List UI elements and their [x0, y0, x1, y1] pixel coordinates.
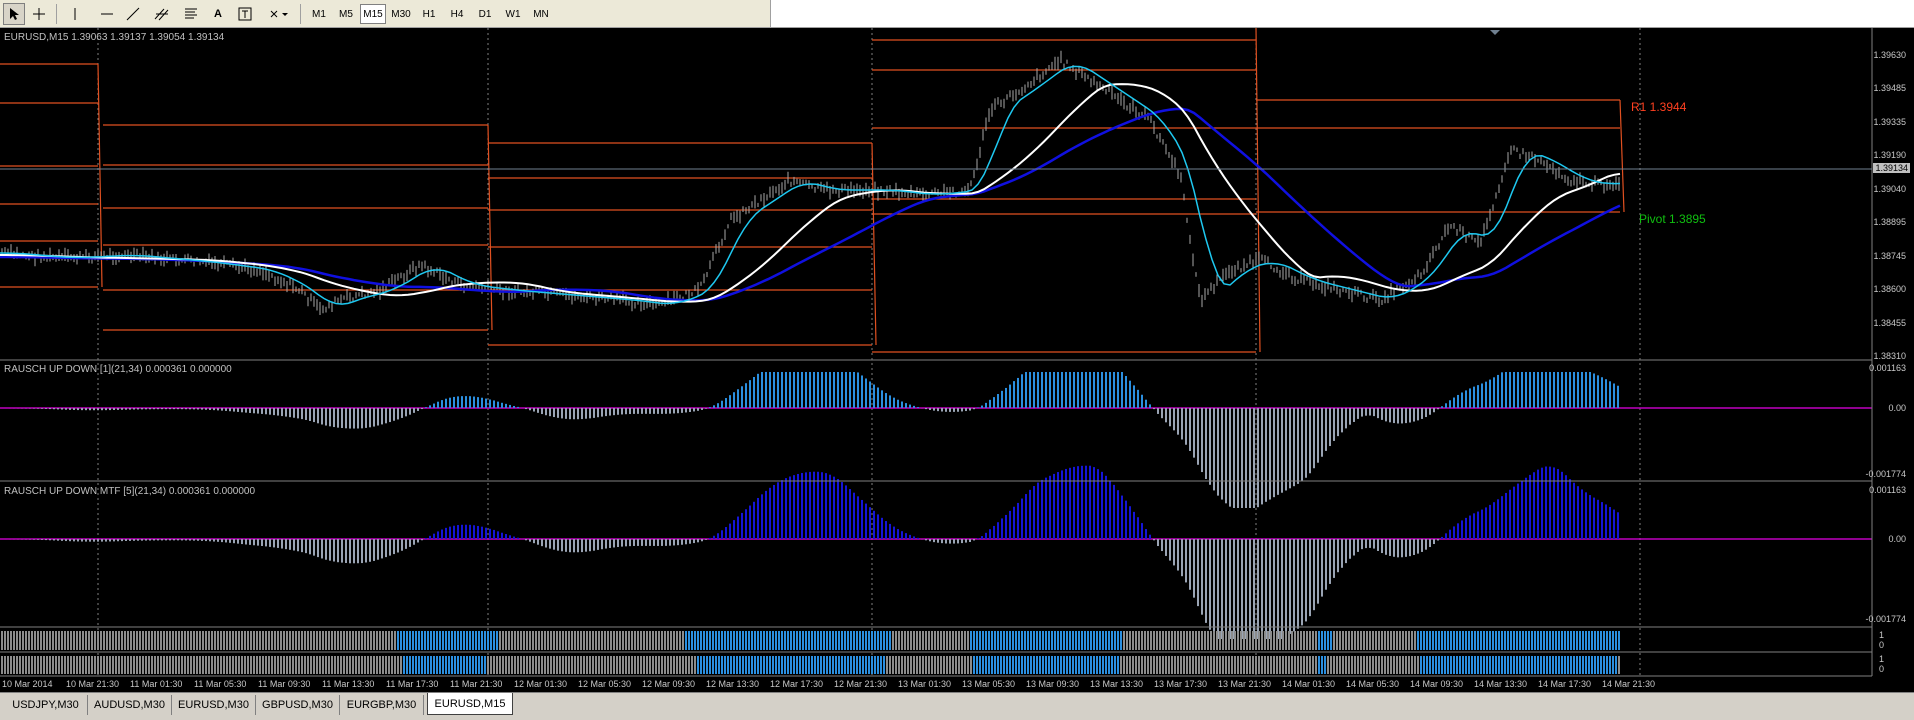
- symbol-info: EURUSD,M15 1.39063 1.39137 1.39054 1.391…: [4, 32, 225, 43]
- time-label: 14 Mar 09:30: [1410, 679, 1464, 689]
- indicator2-label: RAUSCH UP DOWN MTF [5](21,34) 0.000361 0…: [4, 486, 256, 497]
- price-label: 1.39190: [1873, 150, 1906, 160]
- time-label: 14 Mar 01:30: [1282, 679, 1336, 689]
- tab-audusd-m30[interactable]: AUDUSD,M30: [88, 695, 172, 715]
- chart-tabs: USDJPY,M30 AUDUSD,M30 EURUSD,M30 GBPUSD,…: [0, 692, 1914, 720]
- indicator1-level: 0.001163: [1869, 363, 1906, 373]
- tab-eurusd-m15[interactable]: EURUSD,M15: [427, 693, 513, 715]
- indicator1-level: 0.00: [1888, 403, 1906, 413]
- current-price-marker: 1.39134: [1873, 163, 1910, 173]
- time-label: 12 Mar 01:30: [514, 679, 568, 689]
- time-label: 13 Mar 21:30: [1218, 679, 1272, 689]
- time-label: 14 Mar 17:30: [1538, 679, 1592, 689]
- time-label: 12 Mar 05:30: [578, 679, 632, 689]
- time-label: 11 Mar 21:30: [450, 679, 503, 689]
- time-label: 12 Mar 09:30: [642, 679, 696, 689]
- time-label: 13 Mar 09:30: [1026, 679, 1080, 689]
- price-label: 1.39630: [1873, 50, 1906, 60]
- time-label: 10 Mar 21:30: [66, 679, 120, 689]
- price-label: 1.39040: [1873, 184, 1906, 194]
- tab-eurgbp-m30[interactable]: EURGBP,M30: [340, 695, 424, 715]
- indicator2-level: 0.00: [1888, 534, 1906, 544]
- time-label: 12 Mar 21:30: [834, 679, 888, 689]
- strip2-level: 0: [1878, 664, 1884, 674]
- strip2-level: 1: [1878, 654, 1884, 664]
- price-label: 1.38745: [1873, 251, 1906, 261]
- time-label: 14 Mar 21:30: [1602, 679, 1656, 689]
- price-label: 1.38310: [1873, 351, 1906, 361]
- time-label: 11 Mar 01:30: [130, 679, 183, 689]
- time-label: 11 Mar 17:30: [386, 679, 439, 689]
- tab-usdjpy-m30[interactable]: USDJPY,M30: [4, 695, 88, 715]
- time-label: 10 Mar 2014: [2, 679, 53, 689]
- tab-gbpusd-m30[interactable]: GBPUSD,M30: [256, 695, 340, 715]
- chart-window[interactable]: [0, 0, 1914, 692]
- indicator1-label: RAUSCH UP DOWN [1](21,34) 0.000361 0.000…: [4, 364, 232, 375]
- time-label: 12 Mar 17:30: [770, 679, 824, 689]
- time-label: 11 Mar 13:30: [322, 679, 375, 689]
- time-label: 14 Mar 05:30: [1346, 679, 1400, 689]
- time-label: 12 Mar 13:30: [706, 679, 760, 689]
- strip1-level: 0: [1878, 640, 1884, 650]
- strip1-level: 1: [1878, 630, 1884, 640]
- indicator2-level: -0.001774: [1865, 614, 1906, 624]
- price-label: 1.38455: [1873, 318, 1906, 328]
- tab-eurusd-m30[interactable]: EURUSD,M30: [172, 695, 256, 715]
- r1-label: R1 1.3944: [1631, 100, 1687, 114]
- pivot-label: Pivot 1.3895: [1639, 212, 1706, 226]
- time-label: 11 Mar 05:30: [194, 679, 247, 689]
- indicator2-level: 0.001163: [1869, 485, 1906, 495]
- price-label: 1.39335: [1873, 117, 1906, 127]
- time-label: 14 Mar 13:30: [1474, 679, 1528, 689]
- indicator1-level: -0.001774: [1865, 469, 1906, 479]
- time-label: 13 Mar 13:30: [1090, 679, 1144, 689]
- time-label: 11 Mar 09:30: [258, 679, 311, 689]
- price-label: 1.38895: [1873, 217, 1906, 227]
- time-label: 13 Mar 05:30: [962, 679, 1016, 689]
- price-label: 1.38600: [1873, 284, 1906, 294]
- price-label: 1.39485: [1873, 83, 1906, 93]
- time-label: 13 Mar 01:30: [898, 679, 952, 689]
- time-label: 13 Mar 17:30: [1154, 679, 1208, 689]
